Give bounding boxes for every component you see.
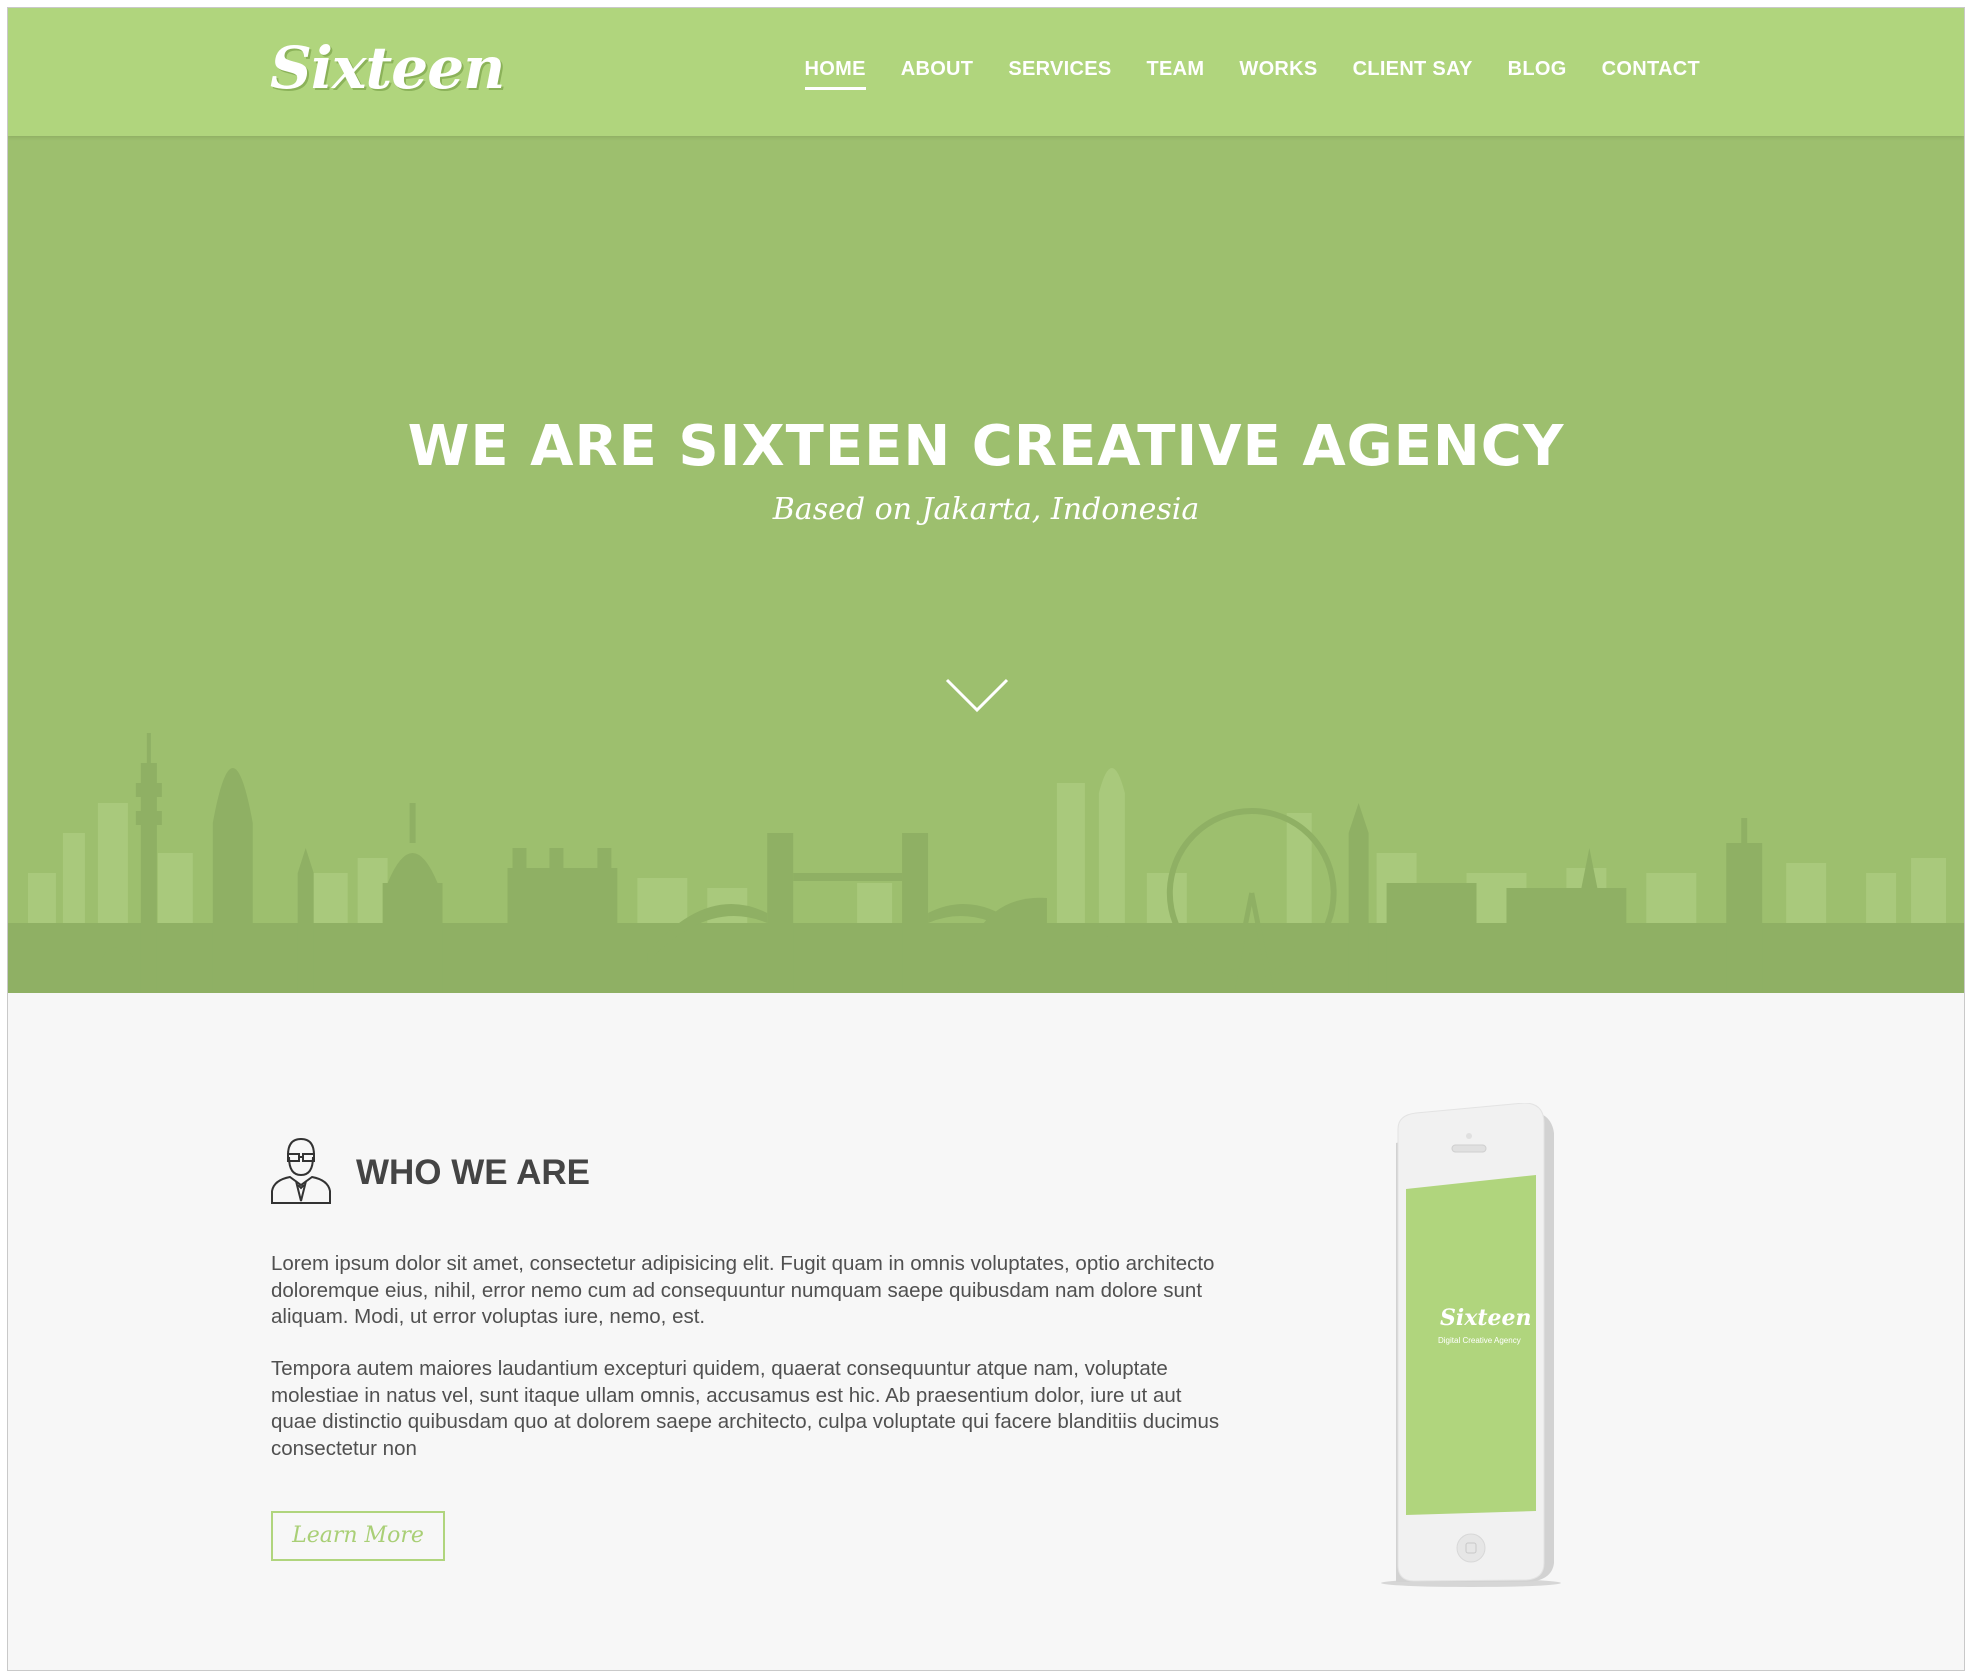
phone-screen-tagline: Digital Creative Agency xyxy=(1438,1336,1521,1345)
site-header: Sixteen HOME ABOUT SERVICES TEAM WORKS C… xyxy=(8,8,1964,136)
hero-title: WE ARE SIXTEEN CREATIVE AGENCY xyxy=(407,414,1565,479)
nav-item-contact[interactable]: CONTACT xyxy=(1602,58,1700,90)
about-section: WHO WE ARE Lorem ipsum dolor sit amet, c… xyxy=(8,993,1964,1670)
smartphone-mockup xyxy=(1381,1103,1561,1587)
learn-more-button[interactable]: Learn More xyxy=(271,1511,445,1561)
chevron-down-icon[interactable] xyxy=(945,676,1009,716)
about-heading: WHO WE ARE xyxy=(356,1153,590,1192)
main-nav: HOME ABOUT SERVICES TEAM WORKS CLIENT SA… xyxy=(804,58,1700,90)
nav-item-works[interactable]: WORKS xyxy=(1239,58,1317,90)
city-skyline-illustration xyxy=(8,733,1964,993)
hero-subtitle: Based on Jakarta, Indonesia xyxy=(772,492,1200,527)
about-paragraph: Lorem ipsum dolor sit amet, consectetur … xyxy=(271,1252,1215,1328)
nav-item-about[interactable]: ABOUT xyxy=(901,58,974,90)
nav-item-home[interactable]: HOME xyxy=(804,58,866,90)
hero-section: WE ARE SIXTEEN CREATIVE AGENCY Based on … xyxy=(8,136,1964,993)
nav-item-client-say[interactable]: CLIENT SAY xyxy=(1353,58,1473,90)
about-paragraph: Tempora autem maiores laudantium exceptu… xyxy=(271,1357,1220,1460)
page-frame: Sixteen HOME ABOUT SERVICES TEAM WORKS C… xyxy=(7,7,1965,1671)
nav-item-services[interactable]: SERVICES xyxy=(1008,58,1111,90)
businessman-icon xyxy=(271,1137,331,1204)
site-logo[interactable]: Sixteen xyxy=(270,34,505,102)
nav-item-team[interactable]: TEAM xyxy=(1147,58,1205,90)
nav-item-blog[interactable]: BLOG xyxy=(1508,58,1567,90)
phone-screen-logo: Sixteen xyxy=(1440,1305,1532,1331)
